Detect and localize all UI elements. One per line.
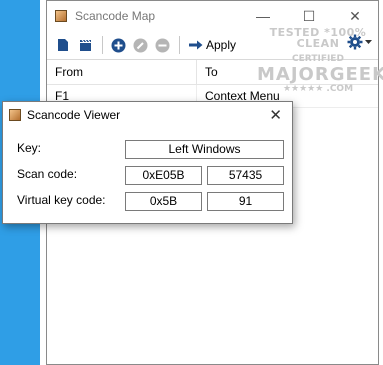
minus-circle-icon: [155, 38, 169, 52]
watermark-brand-text: MAJORGEEKS: [257, 64, 383, 85]
toolbar-separator: [179, 36, 180, 54]
add-button[interactable]: [108, 35, 128, 55]
scan-code-decimal-field: 57435: [207, 166, 284, 185]
column-header-from[interactable]: From: [47, 60, 197, 84]
remove-button[interactable]: [152, 35, 172, 55]
edit-button[interactable]: [130, 35, 150, 55]
dialog-titlebar[interactable]: Scancode Viewer ✕: [3, 102, 292, 128]
new-file-icon: [58, 39, 68, 51]
column-header-to[interactable]: To: [197, 60, 218, 84]
clapper-icon: [79, 39, 91, 51]
arrow-right-icon: [189, 35, 203, 55]
apply-label: Apply: [206, 38, 237, 52]
open-button[interactable]: [75, 35, 95, 55]
dialog-close-button[interactable]: ✕: [269, 106, 282, 124]
virtual-key-hex-field: 0x5B: [125, 192, 202, 211]
key-value-field: Left Windows: [125, 140, 284, 159]
dialog-title: Scancode Viewer: [27, 108, 121, 122]
new-file-button[interactable]: [53, 35, 73, 55]
majorgeeks-watermark: TESTED *100% CLEAN CERTIFIED MAJORGEEKS …: [257, 23, 383, 103]
plus-circle-icon: [111, 38, 125, 52]
scancode-viewer-dialog: Scancode Viewer ✕ Key: Left Windows Scan…: [2, 101, 293, 224]
app-icon: [55, 10, 67, 22]
virtual-key-code-label: Virtual key code:: [17, 193, 106, 207]
scan-code-label: Scan code:: [17, 167, 78, 181]
main-window-title: Scancode Map: [75, 9, 156, 23]
virtual-key-decimal-field: 91: [207, 192, 284, 211]
pencil-circle-icon: [133, 38, 147, 52]
dialog-app-icon: [9, 109, 21, 121]
key-label: Key:: [17, 141, 42, 155]
watermark-com-text: ★★★★★ .COM: [282, 84, 354, 94]
apply-button[interactable]: Apply: [185, 35, 240, 55]
watermark-top-text: TESTED *100% CLEAN: [269, 26, 367, 50]
watermark-certified-text: CERTIFIED: [292, 54, 344, 64]
toolbar-separator: [102, 36, 103, 54]
scan-code-hex-field: 0xE05B: [125, 166, 202, 185]
